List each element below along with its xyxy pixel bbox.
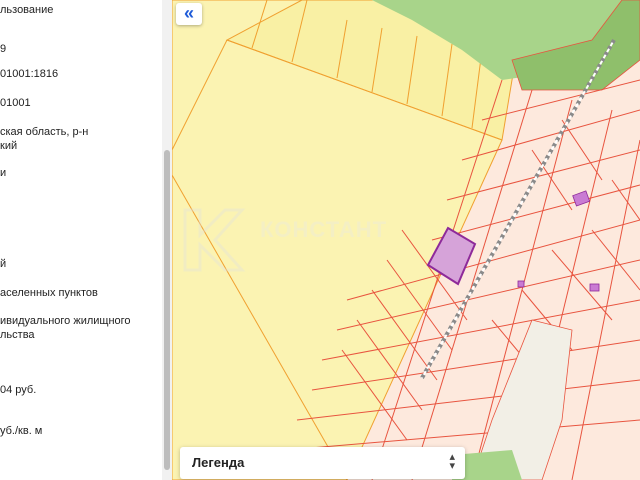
info-row-number: 9 bbox=[0, 43, 7, 55]
info-row-quarter: 01001 bbox=[0, 97, 31, 109]
small-parcel[interactable] bbox=[572, 190, 591, 207]
info-row-category: и bbox=[0, 167, 7, 179]
legend-label: Легенда bbox=[192, 455, 245, 470]
scrollbar-thumb[interactable] bbox=[164, 150, 170, 470]
map-canvas bbox=[172, 0, 640, 480]
collapse-panel-button[interactable]: « bbox=[176, 3, 202, 25]
cadastral-map[interactable] bbox=[172, 0, 640, 480]
small-parcel[interactable] bbox=[517, 280, 525, 288]
info-panel-scrollbar[interactable] bbox=[162, 0, 172, 480]
info-row-land-category: аселенных пунктов bbox=[0, 287, 98, 299]
info-row-permitted-use-line1: ивидуального жилищного bbox=[0, 315, 131, 327]
info-row-type: й bbox=[0, 258, 7, 270]
info-row-cadastral-number: 01001:1816 bbox=[0, 68, 59, 80]
info-row-cadastral-value: 04 руб. bbox=[0, 384, 37, 396]
chevron-up-down-icon: ▴ ▾ bbox=[449, 451, 455, 472]
info-row-price-per-sqm: уб./кв. м bbox=[0, 425, 43, 437]
info-panel: льзование 9 01001:1816 01001 ская област… bbox=[0, 0, 162, 480]
info-row-address-line2: кий bbox=[0, 140, 18, 152]
small-parcel[interactable] bbox=[589, 283, 600, 292]
info-row-permitted-use-line2: льства bbox=[0, 329, 35, 341]
legend-dropdown[interactable]: Легенда ▴ ▾ bbox=[180, 447, 465, 479]
info-row-address-line1: ская область, р-н bbox=[0, 126, 89, 138]
info-row-usage: льзование bbox=[0, 4, 54, 16]
